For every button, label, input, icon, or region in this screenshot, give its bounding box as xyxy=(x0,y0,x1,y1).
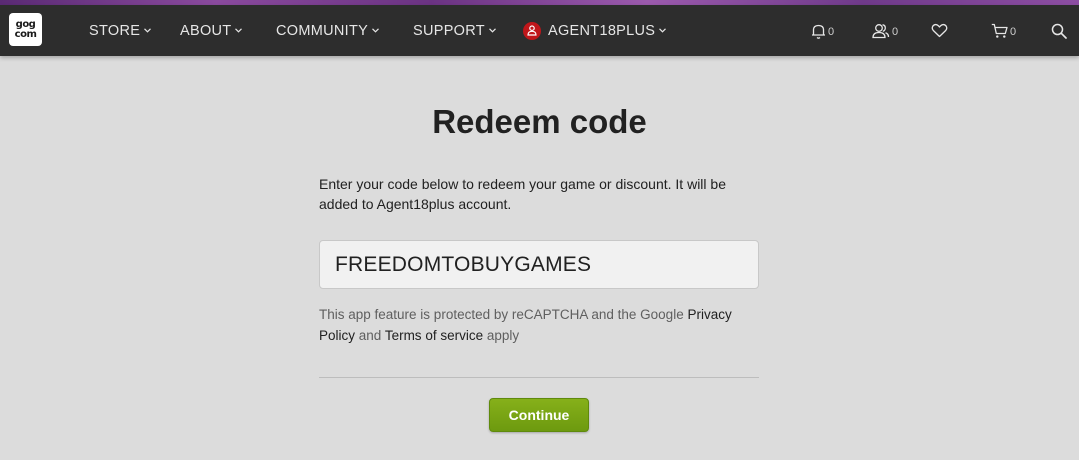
user-avatar-icon xyxy=(523,21,541,40)
search-icon xyxy=(1051,23,1067,39)
chevron-down-icon xyxy=(489,28,496,33)
nav-support[interactable]: SUPPORT xyxy=(413,5,496,56)
redeem-code-input[interactable] xyxy=(319,240,759,289)
top-navbar: gog com STORE ABOUT COMMUNITY SUPPORT AG… xyxy=(0,5,1079,56)
search-button[interactable] xyxy=(1051,5,1067,56)
nav-store[interactable]: STORE xyxy=(89,5,152,56)
nav-support-label: SUPPORT xyxy=(413,22,485,39)
gog-logo[interactable]: gog com xyxy=(9,13,42,46)
logo-text-top: gog xyxy=(15,18,36,30)
recaptcha-suffix: apply xyxy=(483,328,520,343)
page-title: Redeem code xyxy=(432,103,647,140)
nav-community-label: COMMUNITY xyxy=(276,22,369,39)
redeem-description: Enter your code below to redeem your gam… xyxy=(319,176,726,212)
terms-of-service-link[interactable]: Terms of service xyxy=(385,328,483,343)
friends-count: 0 xyxy=(892,26,899,38)
nav-about-label: ABOUT xyxy=(180,22,232,39)
recaptcha-notice: This app feature is protected by reCAPTC… xyxy=(319,304,759,346)
friends-button[interactable]: 0 xyxy=(871,5,898,56)
notifications-button[interactable]: 0 xyxy=(811,5,834,56)
continue-button[interactable]: Continue xyxy=(489,398,589,432)
friends-icon xyxy=(872,23,890,38)
nav-store-label: STORE xyxy=(89,22,141,39)
chevron-down-icon xyxy=(372,28,380,33)
logo-text-bottom: com xyxy=(14,28,37,40)
recaptcha-and: and xyxy=(355,328,385,343)
cart-button[interactable]: 0 xyxy=(991,5,1016,56)
chevron-down-icon xyxy=(144,28,152,33)
bell-icon xyxy=(812,24,825,39)
nav-user-menu[interactable]: AGENT18PLUS xyxy=(523,5,667,56)
chevron-down-icon xyxy=(659,28,667,33)
chevron-down-icon xyxy=(235,28,243,33)
recaptcha-prefix: This app feature is protected by reCAPTC… xyxy=(319,307,688,322)
form-divider xyxy=(319,377,759,378)
wishlist-button[interactable] xyxy=(931,5,948,56)
nav-user-label: AGENT18PLUS xyxy=(548,22,656,39)
notifications-count: 0 xyxy=(828,26,835,38)
cart-count: 0 xyxy=(1010,26,1017,38)
nav-community[interactable]: COMMUNITY xyxy=(276,5,380,56)
cart-icon xyxy=(991,23,1008,38)
heart-icon xyxy=(931,23,948,38)
nav-about[interactable]: ABOUT xyxy=(180,5,243,56)
